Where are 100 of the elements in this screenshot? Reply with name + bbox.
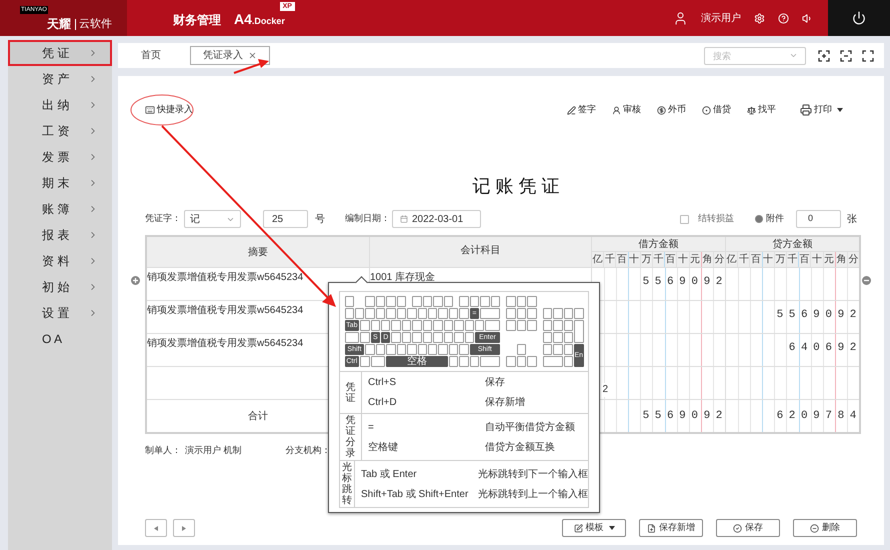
file-plus-icon	[647, 524, 656, 532]
zoom-in-icon[interactable]	[818, 50, 830, 62]
fullscreen-icon[interactable]	[862, 50, 874, 62]
keyboard-key	[542, 356, 563, 367]
keyboard-key	[459, 308, 469, 319]
speaker-icon[interactable]	[802, 12, 813, 24]
previous-button[interactable]	[145, 519, 167, 537]
keyboard-key	[438, 308, 448, 319]
shortcut-action: 光标跳转到上一个输入框	[478, 488, 588, 502]
sidebar-item[interactable]: 期 末	[8, 170, 112, 196]
toolbar-button[interactable]: 借贷	[702, 103, 731, 117]
sidebar-item[interactable]: 工 资	[8, 118, 112, 144]
keyboard-key	[448, 344, 458, 355]
keyboard-key	[448, 308, 458, 319]
keyboard-key	[344, 332, 360, 343]
sidebar-item[interactable]: 凭 证	[8, 40, 112, 66]
unit-label: 十	[763, 252, 774, 267]
keyboard-key	[542, 332, 552, 343]
unit-label: 千	[738, 252, 749, 267]
keyboard-key	[564, 356, 574, 367]
table-cell: 2	[602, 383, 608, 397]
toolbar-button[interactable]: 找平	[747, 103, 776, 117]
shortcut-keys: =	[368, 420, 485, 434]
unit-label: 亿	[726, 253, 737, 267]
keyboard-key	[480, 308, 500, 319]
keyboard-key	[376, 296, 386, 307]
radio-label: 附件	[766, 212, 784, 226]
tab[interactable]: 凭证录入	[190, 46, 270, 65]
amount-value: 6209784	[776, 410, 862, 422]
sidebar-item[interactable]: 设 置	[8, 300, 112, 326]
sidebar-item[interactable]: 资 料	[8, 248, 112, 274]
sidebar-item[interactable]: O A	[8, 326, 112, 352]
power-icon[interactable]	[852, 11, 866, 25]
dollar-icon	[657, 106, 666, 114]
keyboard-key	[360, 332, 370, 343]
keyboard-key	[564, 320, 574, 331]
voucher-word-select[interactable]: 记	[184, 210, 241, 228]
sidebar-item[interactable]: 报 表	[8, 222, 112, 248]
keyboard-key	[464, 320, 474, 331]
action-button[interactable]: 删除	[793, 519, 857, 537]
unit-label: 千	[788, 252, 798, 267]
user-icon[interactable]	[673, 10, 688, 26]
sidebar-item[interactable]: 资 产	[8, 66, 112, 92]
keyboard-key	[459, 344, 469, 355]
tab[interactable]: 首页	[128, 46, 174, 65]
maker-name: 演示用户 机制	[185, 444, 242, 457]
help-icon[interactable]	[778, 12, 789, 24]
next-button[interactable]	[173, 519, 195, 537]
keyboard-key	[433, 320, 443, 331]
zoom-out-icon[interactable]	[840, 50, 852, 62]
unit-label: 百	[666, 253, 676, 267]
toolbar-button[interactable]: 打印	[800, 103, 843, 117]
number-field[interactable]: 25	[263, 210, 308, 228]
shortcut-keys: Shift+Tab 或 Shift+Enter	[361, 486, 478, 502]
toolbar-button[interactable]: 签字	[567, 103, 596, 117]
right-triangle-icon	[182, 526, 186, 530]
keyboard-key	[448, 356, 458, 367]
date-field[interactable]: 2022-03-01	[392, 210, 481, 228]
sidebar-item[interactable]: 初 始	[8, 274, 112, 300]
caret-icon	[608, 526, 614, 530]
user-name[interactable]: 演示用户	[701, 10, 741, 26]
checkbox[interactable]	[680, 214, 689, 224]
add-row-icon[interactable]	[131, 276, 140, 285]
action-button[interactable]: 模板	[562, 519, 626, 537]
keyboard-key	[391, 320, 401, 331]
keyboard-key	[422, 320, 432, 331]
checkbox-label: 结转损益	[698, 212, 734, 226]
sidebar-item[interactable]: 账 簿	[8, 196, 112, 222]
pen-icon	[567, 106, 576, 114]
action-button[interactable]: 保存	[716, 519, 780, 537]
product-name: 财务管理	[173, 12, 221, 29]
keyboard-key	[553, 320, 563, 331]
settings-icon[interactable]	[754, 12, 765, 24]
close-icon[interactable]	[248, 51, 257, 60]
keyboard-key	[506, 296, 516, 307]
attachment-count-field[interactable]: 0	[796, 210, 841, 228]
unit-label: 万	[775, 253, 786, 267]
table-cell[interactable]: 销项发票增值税专用发票w5645234	[147, 268, 369, 285]
sidebar-item[interactable]: 出 纳	[8, 92, 112, 118]
toolbar-button[interactable]: 外币	[657, 103, 686, 117]
keyboard-key	[516, 356, 526, 367]
action-button[interactable]: 保存新增	[639, 519, 703, 537]
section-title: 凭证	[346, 382, 356, 404]
unit-label: 角	[702, 253, 712, 267]
keyboard-key	[564, 308, 574, 319]
keyboard-key	[396, 344, 406, 355]
quick-entry-button[interactable]: 快捷录入	[145, 103, 193, 117]
keyboard-key	[527, 296, 537, 307]
keyboard-key	[391, 332, 401, 343]
keyboard-key	[564, 332, 574, 343]
keyboard-key	[402, 320, 412, 331]
number-suffix: 号	[315, 212, 325, 226]
remove-row-icon[interactable]	[862, 276, 871, 285]
sidebar-item[interactable]: 发 票	[8, 144, 112, 170]
radio[interactable]	[755, 215, 763, 223]
toolbar-button[interactable]: 审核	[612, 103, 641, 117]
column-header: 借方金额	[638, 238, 678, 251]
unit-label: 亿	[592, 253, 603, 267]
keyboard-key	[433, 296, 443, 307]
search-field[interactable]: 搜索	[704, 46, 806, 64]
